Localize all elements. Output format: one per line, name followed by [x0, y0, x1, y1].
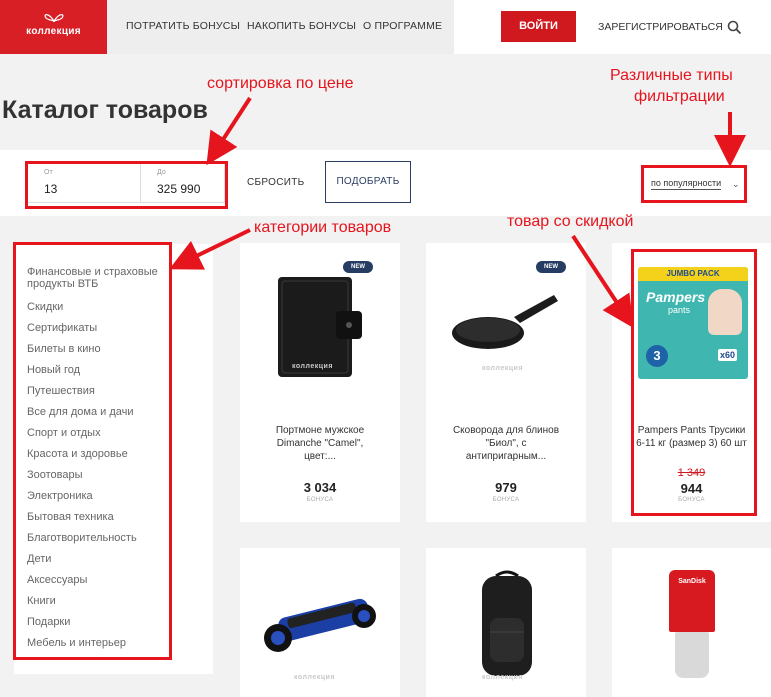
annotation-filter-types-2: фильтрации — [634, 88, 725, 105]
watermark: коллекция — [482, 365, 523, 372]
usb-brand-label: SanDisk — [678, 578, 706, 585]
watermark: коллекция — [292, 363, 333, 370]
site-header: коллекция ПОТРАТИТЬ БОНУСЫ НАКОПИТЬ БОНУ… — [0, 0, 771, 54]
product-card[interactable]: NEW коллекция Сковорода для блинов "Биол… — [426, 243, 586, 522]
apply-button[interactable]: ПОДОБРАТЬ — [325, 161, 411, 203]
product-card[interactable]: коллекция — [426, 548, 586, 697]
usb-drive-image: SanDisk — [669, 570, 715, 632]
arrow-price-sort — [206, 96, 252, 166]
product-card[interactable]: коллекция — [240, 548, 400, 697]
page-title: Каталог товаров — [2, 96, 208, 124]
nav-earn-bonuses[interactable]: НАКОПИТЬ БОНУСЫ — [247, 20, 356, 32]
login-button[interactable]: ВОЙТИ — [501, 11, 576, 42]
annotation-discount-item: товар со скидкой — [507, 213, 634, 230]
annotation-categories: категории товаров — [254, 219, 392, 236]
annotation-price-sort: сортировка по цене — [207, 75, 354, 92]
backpack-image — [482, 570, 532, 676]
new-badge: NEW — [536, 261, 566, 273]
price-sort-highlight — [25, 161, 228, 209]
nav-spend-bonuses[interactable]: ПОТРАТИТЬ БОНУСЫ — [126, 20, 240, 32]
product-card[interactable]: NEW коллекция Портмоне мужское Dimanche … — [240, 243, 400, 522]
filter-types-highlight — [641, 165, 747, 203]
frying-pan-image — [452, 295, 558, 349]
price-unit: БОНУСА — [306, 497, 334, 503]
product-name[interactable]: Портмоне мужское Dimanche "Camel", цвет:… — [240, 424, 400, 463]
main-nav: ПОТРАТИТЬ БОНУСЫ НАКОПИТЬ БОНУСЫ О ПРОГР… — [107, 0, 454, 54]
discount-item-highlight — [631, 249, 757, 516]
watermark: коллекция — [482, 674, 523, 681]
usb-connector — [675, 632, 709, 678]
gift-bow-icon — [44, 14, 64, 22]
product-card[interactable]: SanDisk — [612, 548, 771, 697]
product-price: 3 034 — [303, 480, 337, 495]
brand-logo[interactable]: коллекция — [0, 0, 107, 54]
register-link[interactable]: ЗАРЕГИСТРИРОВАТЬСЯ — [598, 21, 723, 33]
search-icon[interactable] — [727, 20, 742, 35]
nav-about[interactable]: О ПРОГРАММЕ — [363, 20, 442, 32]
hoverboard-image — [264, 598, 376, 652]
reset-button[interactable]: СБРОСИТЬ — [247, 177, 305, 188]
product-price: 979 — [495, 480, 517, 495]
annotation-filter-types-1: Различные типы — [610, 67, 733, 84]
watermark: коллекция — [294, 674, 335, 681]
price-unit: БОНУСА — [492, 497, 520, 503]
categories-highlight — [13, 242, 172, 660]
product-name[interactable]: Сковорода для блинов "Биол", с антиприга… — [426, 424, 586, 463]
brand-name: коллекция — [26, 26, 81, 37]
